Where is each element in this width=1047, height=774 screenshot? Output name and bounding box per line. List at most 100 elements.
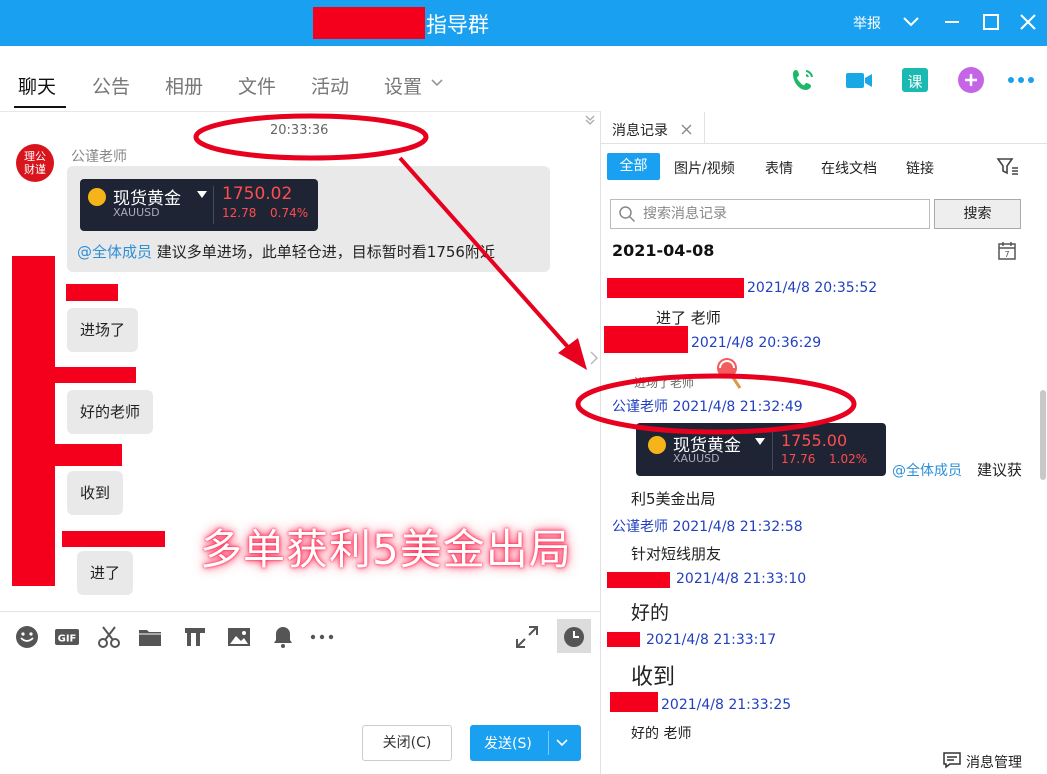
redacted-name (607, 632, 640, 647)
message-timestamp: 20:33:36 (270, 123, 329, 138)
history-meta: 2021/4/8 21:33:25 (661, 697, 792, 713)
mention-link[interactable]: @全体成员 (892, 460, 962, 480)
history-message: 针对短线朋友 (631, 545, 722, 563)
minimize-icon[interactable] (940, 10, 964, 34)
history-message: 建议获 (977, 461, 1023, 479)
image-icon[interactable] (226, 624, 252, 650)
history-message: 利5美金出局 (631, 490, 716, 508)
tab-announcement[interactable]: 公告 (92, 72, 130, 99)
filter-icon[interactable] (996, 156, 1020, 178)
chevron-down-icon[interactable] (430, 78, 444, 88)
bell-icon[interactable] (270, 624, 296, 650)
redacted-name (62, 531, 165, 547)
message-manage-icon[interactable] (942, 751, 962, 769)
sender-name[interactable]: 公谨老师 (71, 146, 127, 166)
chevron-down-icon[interactable] (899, 10, 923, 34)
mention-link[interactable]: @全体成员 (77, 243, 152, 261)
collapse-icon[interactable] (584, 114, 596, 126)
redacted-name (610, 692, 658, 712)
filter-all[interactable]: 全部 (607, 153, 660, 180)
message-bubble[interactable]: 进场了 (67, 308, 139, 352)
folder-icon[interactable] (137, 624, 163, 650)
history-meta: 2021/4/8 21:33:10 (676, 571, 807, 587)
gold-coin-icon (648, 436, 666, 454)
chevron-right-icon[interactable] (589, 350, 599, 366)
avatar-text: 财谨 (24, 163, 46, 176)
history-meta: 2021/4/8 20:36:29 (691, 335, 822, 351)
video-call-icon[interactable] (843, 64, 875, 96)
send-button[interactable]: 发送(S) (470, 725, 581, 761)
chevron-down-icon[interactable] (555, 737, 569, 749)
lesson-icon[interactable]: 课 (899, 64, 931, 96)
avatar-text: 理公 (24, 150, 46, 163)
redacted-avatars (12, 256, 55, 586)
history-scrollbar[interactable] (1040, 390, 1046, 480)
history-meta: 2021/4/8 21:33:17 (646, 632, 777, 648)
calendar-icon[interactable]: 7 (997, 241, 1017, 261)
overlay-caption: 多单获利5美金出局 (200, 525, 572, 574)
search-box[interactable] (610, 199, 930, 229)
filter-links[interactable]: 链接 (906, 158, 934, 178)
redacted-name (66, 284, 118, 301)
tab-files[interactable]: 文件 (238, 72, 276, 99)
history-message: 好的 (631, 602, 670, 624)
tab-activity[interactable]: 活动 (311, 72, 349, 99)
send-split-divider (548, 731, 549, 755)
scissors-icon[interactable] (96, 624, 122, 650)
tab-album[interactable]: 相册 (165, 72, 203, 99)
tab-chat[interactable]: 聊天 (18, 72, 56, 99)
more-icon[interactable] (309, 624, 335, 650)
tab-settings[interactable]: 设置 (384, 72, 422, 99)
filter-stickers[interactable]: 表情 (765, 158, 793, 178)
close-button[interactable]: 关闭(C) (362, 725, 452, 761)
report-button[interactable]: 举报 (853, 13, 881, 33)
redacted-name (607, 572, 670, 588)
tab-message-history[interactable]: 消息记录 (612, 120, 668, 140)
quote-divider (772, 432, 773, 470)
svg-text:课: 课 (907, 73, 922, 91)
filter-media[interactable]: 图片/视频 (674, 158, 735, 178)
history-message: 进了 老师 (656, 309, 721, 327)
title-bar (0, 0, 1047, 46)
avatar[interactable]: 理公 财谨 (16, 144, 54, 182)
history-message: 进场了老师 (634, 376, 695, 390)
history-date: 2021-04-08 (612, 241, 715, 260)
history-icon[interactable] (561, 624, 587, 650)
search-button[interactable]: 搜索 (934, 199, 1021, 229)
message-bubble[interactable]: 进了 (77, 551, 134, 595)
quote-card[interactable]: 现货黄金 XAUUSD 1755.00 17.76 1.02% (636, 423, 886, 476)
caret-down-icon (755, 438, 765, 445)
expand-icon[interactable] (514, 624, 540, 650)
window-title: 指导群 (426, 13, 489, 37)
emoji-icon[interactable] (14, 624, 40, 650)
caret-down-icon (197, 191, 207, 198)
quote-symbol: XAUUSD (673, 452, 720, 465)
redacted-name (607, 278, 744, 298)
maximize-icon[interactable] (979, 10, 1003, 34)
quote-change: 17.76 (781, 452, 816, 466)
message-text: @全体成员 建议多单进场，此单轻仓进，目标暂时看1756附近 (77, 241, 495, 262)
filter-docs[interactable]: 在线文档 (821, 158, 877, 178)
gif-icon[interactable]: GIF (54, 624, 80, 650)
search-icon (619, 206, 636, 223)
message-bubble[interactable]: 好的老师 (67, 390, 154, 434)
message-body: 建议多单进场，此单轻仓进，目标暂时看1756附近 (152, 243, 495, 261)
more-icon[interactable] (1005, 64, 1037, 96)
active-tab-indicator (14, 106, 66, 108)
redacted-name (604, 326, 688, 353)
search-input[interactable] (641, 202, 925, 226)
quote-percent: 1.02% (829, 452, 868, 466)
add-app-icon[interactable] (955, 64, 987, 96)
phone-icon[interactable] (787, 64, 819, 96)
screenshot-icon[interactable] (182, 624, 208, 650)
message-manage-button[interactable]: 消息管理 (966, 752, 1022, 772)
redacted-name (55, 444, 122, 466)
message-bubble[interactable]: 收到 (67, 471, 124, 515)
history-tab-divider (601, 143, 1047, 144)
history-message: 收到 (631, 665, 676, 690)
quote-card[interactable]: 现货黄金 XAUUSD 1750.02 12.78 0.74% (80, 179, 318, 231)
history-message: 好的 老师 (631, 726, 692, 742)
close-icon[interactable] (1016, 10, 1040, 34)
svg-text:7: 7 (1004, 250, 1009, 259)
close-icon[interactable] (681, 124, 692, 135)
